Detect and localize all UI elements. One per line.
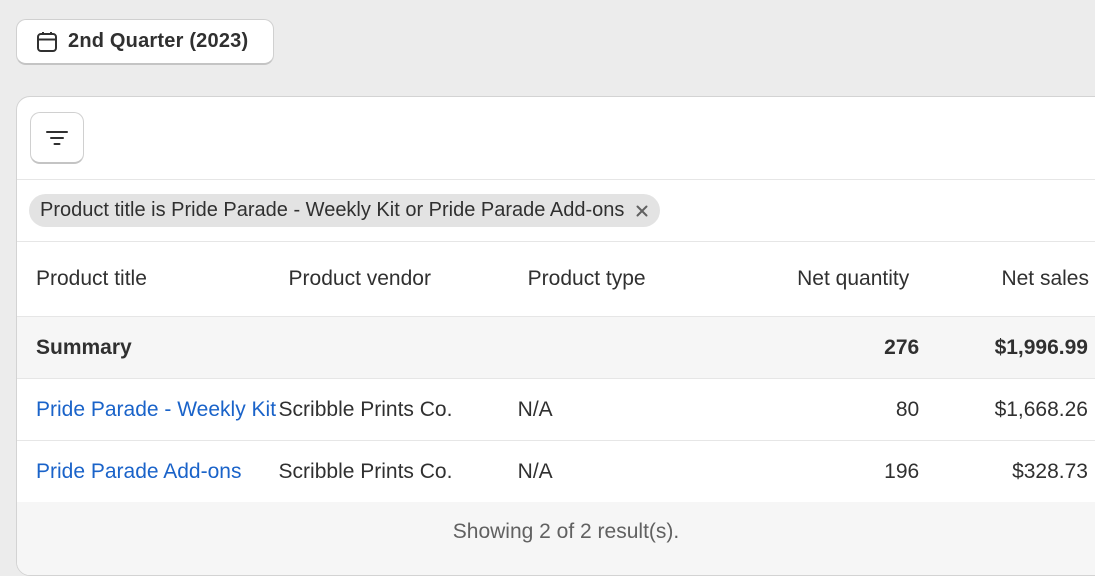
- product-title-link[interactable]: Pride Parade Add-ons: [36, 460, 241, 483]
- product-vendor-cell: Scribble Prints Co.: [277, 378, 518, 441]
- report-card: Product title is Pride Parade - Weekly K…: [16, 96, 1095, 576]
- summary-net-quantity: 276: [711, 316, 920, 379]
- net-quantity-cell: 196: [711, 440, 920, 503]
- table-row: Pride Parade - Weekly Kit Scribble Print…: [17, 378, 1095, 441]
- summary-row: Summary 276 $1,996.99: [17, 316, 1095, 379]
- date-range-button[interactable]: 2nd Quarter (2023): [16, 19, 274, 65]
- summary-vendor: [277, 316, 518, 379]
- column-header-product-title[interactable]: Product title: [17, 242, 278, 317]
- summary-type: [517, 316, 712, 379]
- table-row: Pride Parade Add-ons Scribble Prints Co.…: [17, 440, 1095, 503]
- net-quantity-cell: 80: [711, 378, 920, 441]
- net-sales-cell: $328.73: [919, 440, 1095, 503]
- summary-net-sales: $1,996.99: [919, 316, 1095, 379]
- date-range-label: 2nd Quarter (2023): [68, 30, 249, 52]
- filter-lines-icon: [45, 128, 69, 148]
- results-count-text: Showing 2 of 2 result(s).: [452, 520, 680, 543]
- column-header-product-vendor[interactable]: Product vendor: [277, 242, 518, 317]
- product-title-link[interactable]: Pride Parade - Weekly Kit: [36, 398, 276, 421]
- summary-label: Summary: [17, 316, 278, 379]
- column-header-product-type[interactable]: Product type: [517, 242, 712, 317]
- column-header-net-quantity[interactable]: Net quantity: [711, 242, 920, 317]
- product-type-cell: N/A: [517, 440, 712, 503]
- report-toolbar: [17, 97, 1095, 180]
- filter-chip-label: Product title is Pride Parade - Weekly K…: [40, 199, 625, 221]
- table-header-row: Product title Product vendor Product typ…: [17, 242, 1095, 317]
- results-footer: Showing 2 of 2 result(s).: [17, 502, 1095, 575]
- filter-chip[interactable]: Product title is Pride Parade - Weekly K…: [29, 194, 661, 227]
- calendar-icon: [35, 30, 59, 54]
- applied-filters: Product title is Pride Parade - Weekly K…: [17, 180, 1095, 242]
- close-icon[interactable]: [634, 203, 650, 219]
- product-type-cell: N/A: [517, 378, 712, 441]
- filter-button[interactable]: [30, 112, 84, 164]
- net-sales-cell: $1,668.26: [919, 378, 1095, 441]
- report-table: Product title Product vendor Product typ…: [17, 242, 1095, 503]
- product-vendor-cell: Scribble Prints Co.: [277, 440, 518, 503]
- column-header-net-sales[interactable]: Net sales: [919, 242, 1095, 317]
